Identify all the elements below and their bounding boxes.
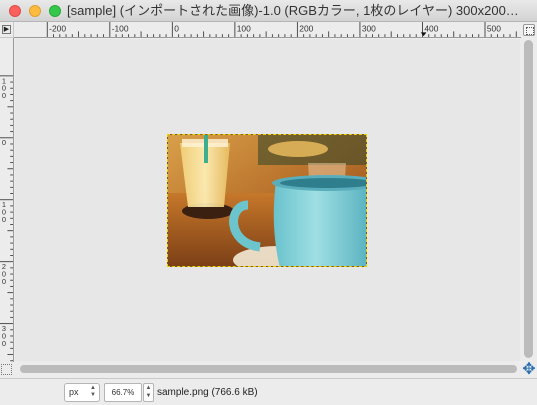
image-preview <box>168 135 366 266</box>
ruler-tick-label: 0 <box>174 23 179 33</box>
horizontal-ruler[interactable]: -200 -100 0 100 200 300 400 500 <box>14 22 521 38</box>
ruler-corner-menu-button[interactable]: ▶ <box>0 22 14 38</box>
zoom-image-when-window-size-changes-button[interactable] <box>523 24 535 36</box>
zoom-stepper[interactable]: ▲ ▼ <box>143 383 154 402</box>
ruler-tick-label: 500 <box>487 23 501 33</box>
ruler-tick-label: 100 <box>237 23 251 33</box>
status-bar: px ▲ ▼ 66.7% ▲ ▼ sample.png (766.6 kB) <box>0 378 537 405</box>
navigate-icon[interactable]: ✥ <box>521 362 537 378</box>
ruler-tick-label: -200 <box>49 23 66 33</box>
ruler-tick-label: 0 <box>2 215 6 224</box>
horizontal-scroll-thumb[interactable] <box>20 365 517 373</box>
ruler-tick-label: 0 <box>2 339 6 348</box>
menu-arrow-icon: ▶ <box>2 25 11 34</box>
ruler-tick-label: -100 <box>112 23 129 33</box>
pointer-position-marker <box>420 32 427 37</box>
ruler-tick-label: 0 <box>2 91 6 100</box>
ruler-tick-label: 300 <box>362 23 376 33</box>
image-layer[interactable] <box>167 134 367 267</box>
ruler-tick-label: 200 <box>299 23 313 33</box>
vertical-scrollbar[interactable] <box>521 38 537 362</box>
zoom-field[interactable]: 66.7% <box>104 383 142 402</box>
quick-mask-toggle-button[interactable] <box>1 364 12 375</box>
file-info: sample.png (766.6 kB) <box>157 387 258 398</box>
image-canvas[interactable] <box>15 39 520 361</box>
ruler-tick-label: 400 <box>424 23 438 33</box>
minimize-window-button[interactable] <box>29 5 41 17</box>
unit-value: px <box>69 387 79 397</box>
ruler-tick-label: 0 <box>2 277 6 286</box>
close-window-button[interactable] <box>9 5 21 17</box>
unit-select[interactable]: px ▲ ▼ <box>64 383 100 402</box>
vertical-scroll-thumb[interactable] <box>524 40 533 358</box>
ruler-tick-label: 0 <box>2 138 6 147</box>
vertical-ruler[interactable]: 1000100200300 <box>0 38 14 362</box>
window-title: [sample] (インポートされた画像)-1.0 (RGBカラー, 1枚のレイ… <box>67 3 519 18</box>
unit-chevron-icon: ▲ ▼ <box>90 385 96 398</box>
title-bar: [sample] (インポートされた画像)-1.0 (RGBカラー, 1枚のレイ… <box>0 0 537 22</box>
horizontal-scrollbar[interactable] <box>14 362 521 376</box>
zoom-window-button[interactable] <box>49 5 61 17</box>
